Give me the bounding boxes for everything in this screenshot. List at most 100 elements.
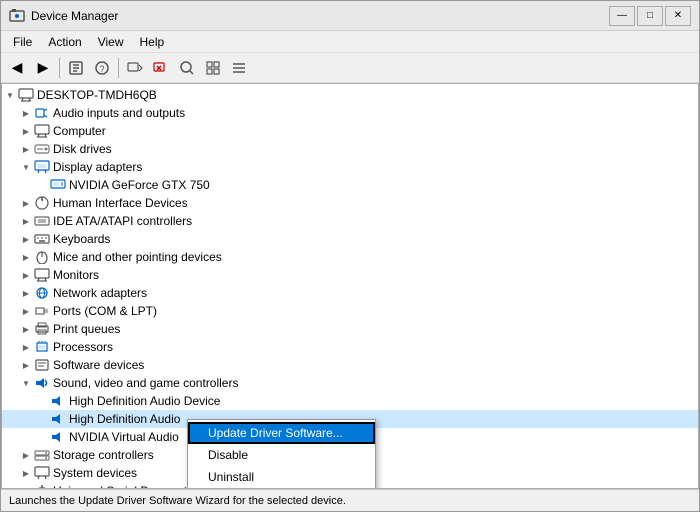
nvidia-virtual-icon bbox=[50, 429, 66, 445]
tree-item-hid[interactable]: ▶ Human Interface Devices bbox=[2, 194, 698, 212]
keyboards-toggle[interactable]: ▶ bbox=[18, 230, 34, 248]
root-label: DESKTOP-TMDH6QB bbox=[37, 86, 157, 104]
disk-drives-label: Disk drives bbox=[53, 140, 112, 158]
storage-label: Storage controllers bbox=[53, 446, 154, 464]
status-text: Launches the Update Driver Software Wiza… bbox=[9, 495, 346, 507]
tree-item-nvidia-gtx[interactable]: NVIDIA GeForce GTX 750 bbox=[2, 176, 698, 194]
nvidia-gtx-icon bbox=[50, 177, 66, 193]
view-button[interactable] bbox=[227, 56, 251, 80]
sound-toggle[interactable]: ▼ bbox=[18, 374, 34, 392]
tree-item-display-adapters[interactable]: ▼ Display adapters bbox=[2, 158, 698, 176]
sound-label: Sound, video and game controllers bbox=[53, 374, 238, 392]
device-tree[interactable]: ▼ DESKTOP-TMDH6QB ▶ Audio inputs and out… bbox=[1, 83, 699, 489]
monitors-label: Monitors bbox=[53, 266, 99, 284]
main-content: ▼ DESKTOP-TMDH6QB ▶ Audio inputs and out… bbox=[1, 83, 699, 489]
hd-audio-toggle bbox=[34, 410, 50, 428]
menu-file[interactable]: File bbox=[5, 33, 40, 51]
keyboards-label: Keyboards bbox=[53, 230, 110, 248]
close-button[interactable]: ✕ bbox=[665, 6, 691, 26]
monitors-toggle[interactable]: ▶ bbox=[18, 266, 34, 284]
processors-icon bbox=[34, 339, 50, 355]
status-bar: Launches the Update Driver Software Wiza… bbox=[1, 489, 699, 511]
network-label: Network adapters bbox=[53, 284, 147, 302]
tree-item-ports[interactable]: ▶ Ports (COM & LPT) bbox=[2, 302, 698, 320]
print-queues-icon bbox=[34, 321, 50, 337]
usb-toggle[interactable]: ▶ bbox=[18, 482, 34, 489]
tree-item-keyboards[interactable]: ▶ Keyboards bbox=[2, 230, 698, 248]
keyboards-icon bbox=[34, 231, 50, 247]
help-button[interactable]: ? bbox=[90, 56, 114, 80]
app-icon bbox=[9, 8, 25, 24]
system-devices-icon bbox=[34, 465, 50, 481]
hd-audio-device-icon bbox=[50, 393, 66, 409]
computer-toggle[interactable]: ▶ bbox=[18, 122, 34, 140]
ports-toggle[interactable]: ▶ bbox=[18, 302, 34, 320]
tree-item-network[interactable]: ▶ Network adapters bbox=[2, 284, 698, 302]
sound-icon bbox=[34, 375, 50, 391]
toolbar-separator-2 bbox=[118, 58, 119, 78]
collapse-button[interactable] bbox=[201, 56, 225, 80]
hid-label: Human Interface Devices bbox=[53, 194, 188, 212]
tree-item-disk-drives[interactable]: ▶ Disk drives bbox=[2, 140, 698, 158]
forward-button[interactable]: ▶ bbox=[31, 56, 55, 80]
software-devices-icon bbox=[34, 357, 50, 373]
tree-root[interactable]: ▼ DESKTOP-TMDH6QB bbox=[2, 86, 698, 104]
print-queues-toggle[interactable]: ▶ bbox=[18, 320, 34, 338]
scan-button[interactable] bbox=[175, 56, 199, 80]
hid-toggle[interactable]: ▶ bbox=[18, 194, 34, 212]
ide-toggle[interactable]: ▶ bbox=[18, 212, 34, 230]
uninstall-button[interactable] bbox=[149, 56, 173, 80]
ide-icon bbox=[34, 213, 50, 229]
network-icon bbox=[34, 285, 50, 301]
tree-item-mice[interactable]: ▶ Mice and other pointing devices bbox=[2, 248, 698, 266]
tree-item-hd-audio-device[interactable]: High Definition Audio Device bbox=[2, 392, 698, 410]
software-devices-toggle[interactable]: ▶ bbox=[18, 356, 34, 374]
computer-icon bbox=[18, 87, 34, 103]
system-devices-toggle[interactable]: ▶ bbox=[18, 464, 34, 482]
menu-help[interactable]: Help bbox=[132, 33, 173, 51]
tree-item-print-queues[interactable]: ▶ Print queues bbox=[2, 320, 698, 338]
usb-icon bbox=[34, 483, 50, 489]
tree-item-monitors[interactable]: ▶ Monitors bbox=[2, 266, 698, 284]
tree-item-ide[interactable]: ▶ IDE ATA/ATAPI controllers bbox=[2, 212, 698, 230]
update-driver-button[interactable] bbox=[123, 56, 147, 80]
processors-toggle[interactable]: ▶ bbox=[18, 338, 34, 356]
device-manager-window: Device Manager — □ ✕ File Action View He… bbox=[0, 0, 700, 512]
nvidia-gtx-label: NVIDIA GeForce GTX 750 bbox=[69, 176, 210, 194]
tree-item-processors[interactable]: ▶ Processors bbox=[2, 338, 698, 356]
storage-toggle[interactable]: ▶ bbox=[18, 446, 34, 464]
mice-icon bbox=[34, 249, 50, 265]
menu-view[interactable]: View bbox=[90, 33, 132, 51]
processors-label: Processors bbox=[53, 338, 113, 356]
context-menu-update-driver[interactable]: Update Driver Software... bbox=[188, 422, 375, 444]
tree-item-audio-inputs[interactable]: ▶ Audio inputs and outputs bbox=[2, 104, 698, 122]
window-title: Device Manager bbox=[31, 9, 609, 23]
hd-audio-device-toggle bbox=[34, 392, 50, 410]
root-toggle[interactable]: ▼ bbox=[2, 86, 18, 104]
tree-item-sound[interactable]: ▼ Sound, video and game controllers bbox=[2, 374, 698, 392]
maximize-button[interactable]: □ bbox=[637, 6, 663, 26]
menu-action[interactable]: Action bbox=[40, 33, 89, 51]
nvidia-virtual-toggle bbox=[34, 428, 50, 446]
display-adapters-label: Display adapters bbox=[53, 158, 142, 176]
mice-toggle[interactable]: ▶ bbox=[18, 248, 34, 266]
svg-text:?: ? bbox=[99, 64, 104, 74]
back-button[interactable]: ◀ bbox=[5, 56, 29, 80]
disk-drives-toggle[interactable]: ▶ bbox=[18, 140, 34, 158]
ports-icon bbox=[34, 303, 50, 319]
display-adapters-toggle[interactable]: ▼ bbox=[18, 158, 34, 176]
minimize-button[interactable]: — bbox=[609, 6, 635, 26]
audio-inputs-icon bbox=[34, 105, 50, 121]
properties-button[interactable] bbox=[64, 56, 88, 80]
network-toggle[interactable]: ▶ bbox=[18, 284, 34, 302]
context-menu-disable[interactable]: Disable bbox=[188, 444, 375, 466]
context-menu: Update Driver Software... Disable Uninst… bbox=[187, 419, 376, 489]
tree-item-software-devices[interactable]: ▶ Software devices bbox=[2, 356, 698, 374]
software-devices-label: Software devices bbox=[53, 356, 144, 374]
context-menu-uninstall[interactable]: Uninstall bbox=[188, 466, 375, 488]
computer-label: Computer bbox=[53, 122, 106, 140]
tree-item-computer[interactable]: ▶ Computer bbox=[2, 122, 698, 140]
hid-icon bbox=[34, 195, 50, 211]
audio-inputs-toggle[interactable]: ▶ bbox=[18, 104, 34, 122]
hd-audio-device-label: High Definition Audio Device bbox=[69, 392, 220, 410]
